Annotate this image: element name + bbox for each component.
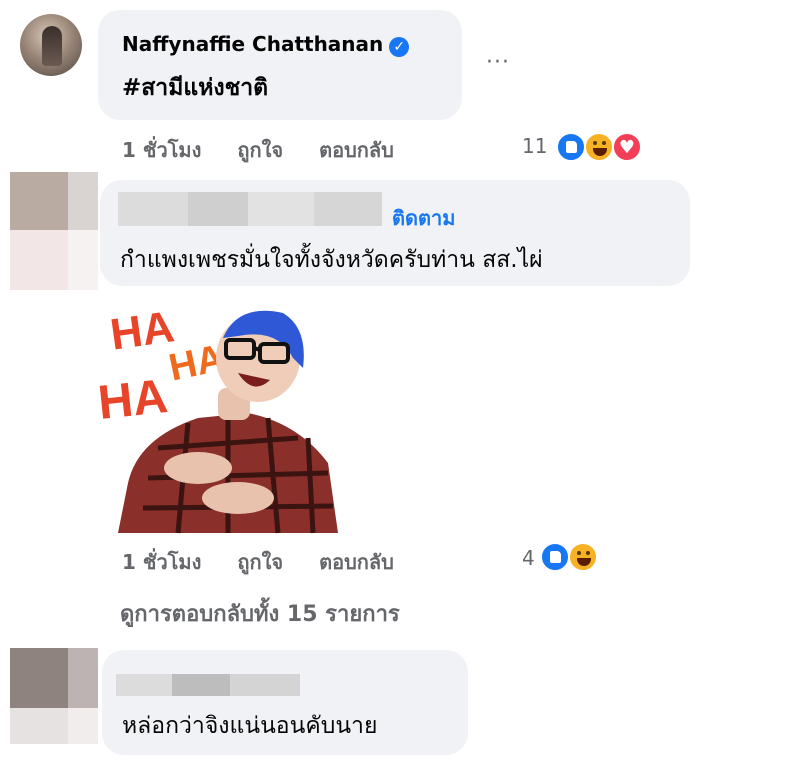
comment-actions: 1 ชั่วโมง ถูกใจ ตอบกลับ (122, 546, 394, 578)
reactions-summary[interactable]: 4 (522, 542, 622, 574)
haha-reaction-icon (568, 542, 598, 572)
comment-bubble: ติดตาม กำแพงเพชรมั่นใจทั้งจังหวัดครับท่า… (100, 180, 690, 286)
comment-text: #สามีแห่งชาติ (122, 75, 269, 101)
author-name-blurred[interactable] (118, 192, 382, 226)
comment-bubble: Naffynaffie Chatthanan ✓ #สามีแห่งชาติ (98, 10, 462, 120)
like-reaction-icon (540, 542, 570, 572)
like-link[interactable]: ถูกใจ (237, 550, 283, 574)
follow-link[interactable]: ติดตาม (392, 202, 455, 234)
reaction-count: 4 (522, 546, 535, 570)
reply-link[interactable]: ตอบกลับ (319, 550, 394, 574)
comment-text: หล่อกว่าจิงแน่นอนคับนาย (122, 713, 378, 739)
more-options-icon[interactable]: ··· (486, 50, 510, 75)
like-link[interactable]: ถูกใจ (237, 138, 283, 162)
author-name[interactable]: Naffynaffie Chatthanan (122, 32, 383, 56)
reply-link[interactable]: ตอบกลับ (319, 138, 394, 162)
haha-reaction-icon (584, 132, 614, 162)
timestamp[interactable]: 1 ชั่วโมง (122, 550, 201, 574)
love-reaction-icon (612, 132, 642, 162)
comment-bubble: หล่อกว่าจิงแน่นอนคับนาย (102, 650, 468, 755)
comment-text: กำแพงเพชรมั่นใจทั้งจังหวัดครับท่าน สส.ไผ… (120, 247, 543, 273)
reactions-summary[interactable]: 11 (522, 132, 662, 164)
reaction-count: 11 (522, 134, 548, 158)
laughing-character-sticker: HA HA HA (96, 302, 338, 534)
verified-badge-icon: ✓ (389, 36, 410, 57)
sticker-ha-3: HA (98, 370, 170, 430)
comment-actions: 1 ชั่วโมง ถูกใจ ตอบกลับ (122, 134, 394, 166)
author-name-blurred[interactable] (116, 674, 300, 696)
author-row: Naffynaffie Chatthanan ✓ (122, 32, 410, 57)
commenter-avatar-blurred[interactable] (10, 648, 98, 744)
timestamp[interactable]: 1 ชั่วโมง (122, 138, 201, 162)
like-reaction-icon (556, 132, 586, 162)
haha-sticker[interactable]: HA HA HA (96, 288, 358, 538)
commenter-avatar[interactable] (20, 14, 82, 76)
commenter-avatar-blurred[interactable] (10, 172, 98, 290)
view-replies-link[interactable]: ดูการตอบกลับทั้ง 15 รายการ (120, 596, 400, 631)
